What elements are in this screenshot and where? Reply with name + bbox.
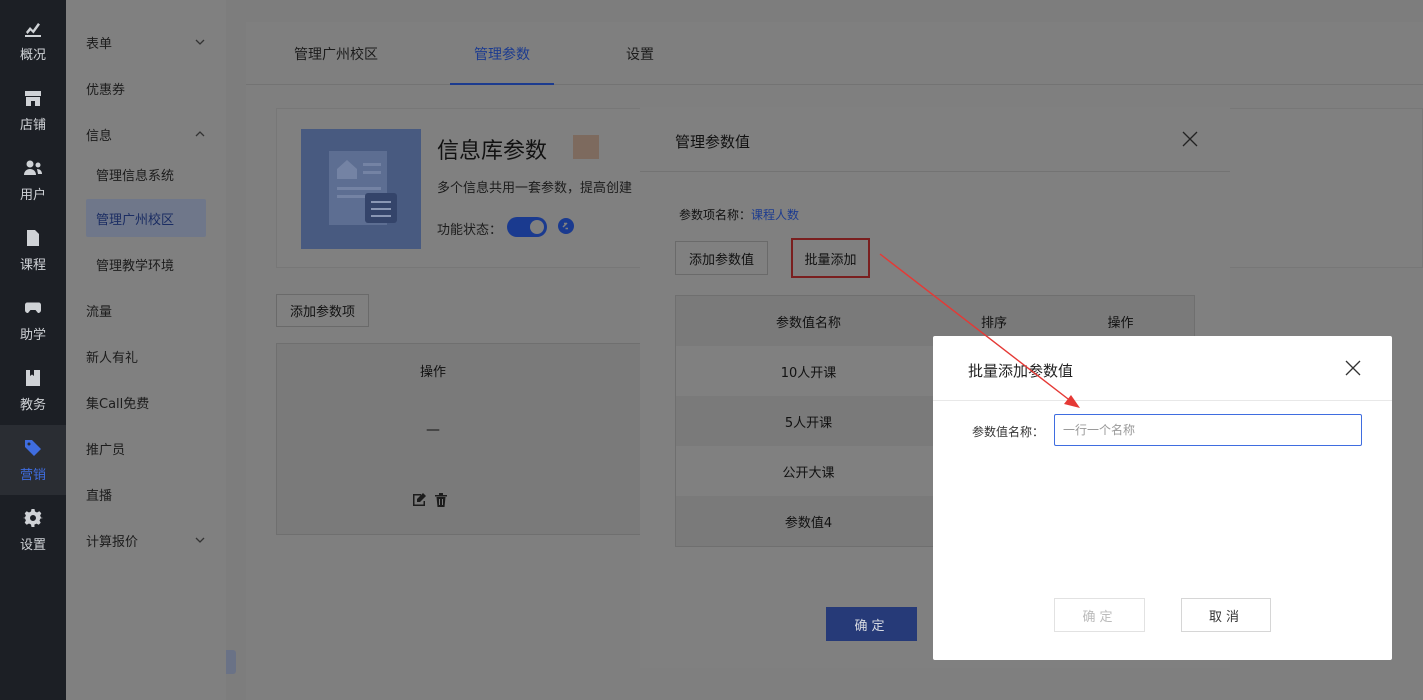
nav-item-study[interactable]: 助学 bbox=[0, 285, 66, 355]
chevron-down-icon bbox=[195, 537, 205, 543]
table-row: 参数值4 bbox=[676, 496, 941, 546]
table-row: 10人开课 bbox=[780, 365, 837, 381]
nav-label: 助学 bbox=[19, 327, 46, 343]
sidebar-item-label: 表单 bbox=[86, 36, 113, 52]
close-icon[interactable] bbox=[1182, 131, 1198, 147]
feature-thumbnail bbox=[301, 129, 421, 249]
tab-settings[interactable]: 设置 bbox=[626, 44, 654, 64]
nav-item-overview[interactable]: 概况 bbox=[0, 5, 66, 75]
sidebar-item-label: 优惠券 bbox=[86, 82, 126, 98]
tab-manage-params[interactable]: 管理参数 bbox=[474, 44, 530, 64]
tab-manage-gz[interactable]: 管理广州校区 bbox=[294, 44, 378, 64]
sidebar-collapse-handle[interactable] bbox=[226, 650, 236, 674]
sub-sidebar: 表单 优惠券 信息 管理信息系统 管理广州校区 管理教学环境 流量 新人有礼 集… bbox=[66, 0, 226, 700]
table-row: 公开大课 bbox=[782, 465, 835, 481]
nav-item-store[interactable]: 店铺 bbox=[0, 75, 66, 145]
feature-toggle[interactable] bbox=[507, 217, 547, 237]
tab-bar: 管理广州校区 管理参数 设置 bbox=[246, 22, 1423, 85]
document-settings-icon bbox=[329, 151, 397, 225]
tag-icon bbox=[25, 439, 41, 456]
nav-label: 概况 bbox=[19, 47, 46, 63]
sidebar-item-label: 直播 bbox=[86, 488, 113, 504]
sidebar-item-manage-info[interactable]: 管理信息系统 bbox=[66, 151, 226, 197]
feature-title: 信息库参数 bbox=[437, 139, 548, 164]
modal-header: 管理参数值 bbox=[640, 107, 1230, 172]
table-cell-dash: — bbox=[426, 422, 440, 438]
sidebar-item-coupon[interactable]: 优惠券 bbox=[66, 65, 226, 111]
confirm-button[interactable]: 确定 bbox=[1054, 598, 1145, 632]
document-icon bbox=[27, 229, 39, 246]
feature-description: 多个信息共用一套参数，提高创建 bbox=[437, 181, 633, 196]
sidebar-item-label: 计算报价 bbox=[86, 534, 139, 550]
modal-title: 管理参数值 bbox=[675, 133, 751, 151]
nav-item-users[interactable]: 用户 bbox=[0, 145, 66, 215]
gamepad-icon bbox=[25, 302, 41, 313]
param-value-name-label: 参数值名称： bbox=[972, 425, 1045, 439]
batch-add-button[interactable]: 批量添加 bbox=[791, 238, 870, 278]
nav-label: 用户 bbox=[19, 187, 46, 203]
param-item-label: 参数项名称： bbox=[679, 208, 752, 222]
col-header-name: 参数值名称 bbox=[676, 296, 941, 346]
main-nav: 概况 店铺 用户 课程 助学 教务 营销 设置 bbox=[0, 0, 66, 700]
chart-icon bbox=[25, 22, 41, 37]
nav-item-academic[interactable]: 教务 bbox=[0, 355, 66, 425]
book-icon bbox=[26, 369, 40, 386]
sidebar-item-promoter[interactable]: 推广员 bbox=[66, 425, 226, 471]
chevron-down-icon bbox=[195, 39, 205, 45]
nav-label: 店铺 bbox=[19, 117, 46, 133]
sidebar-item-label: 推广员 bbox=[86, 442, 126, 458]
sidebar-item-label: 新人有礼 bbox=[86, 350, 139, 366]
tab-active-indicator bbox=[450, 83, 554, 85]
users-icon bbox=[24, 160, 42, 175]
edit-icon[interactable] bbox=[411, 492, 427, 508]
nav-label: 营销 bbox=[19, 467, 46, 483]
nav-label: 设置 bbox=[19, 537, 46, 553]
param-item-name: 参数项名称：课程人数 bbox=[679, 206, 799, 223]
add-param-value-button[interactable]: 添加参数值 bbox=[675, 241, 768, 275]
nav-item-settings[interactable]: 设置 bbox=[0, 495, 66, 565]
param-item-value: 课程人数 bbox=[751, 208, 800, 222]
sidebar-item-label: 管理教学环境 bbox=[96, 258, 175, 274]
sidebar-item-newbie[interactable]: 新人有礼 bbox=[66, 333, 226, 379]
add-param-item-button[interactable]: 添加参数项 bbox=[276, 294, 369, 327]
gear-icon bbox=[23, 508, 43, 527]
table-header-ops: 操作 bbox=[419, 364, 446, 380]
store-icon bbox=[25, 90, 41, 106]
table-row: 5人开课 bbox=[676, 396, 941, 446]
sidebar-item-traffic[interactable]: 流量 bbox=[66, 287, 226, 333]
link-icon[interactable] bbox=[557, 217, 575, 235]
sidebar-item-quote[interactable]: 计算报价 bbox=[66, 517, 226, 563]
sidebar-item-label: 管理信息系统 bbox=[96, 168, 175, 184]
sidebar-item-label: 集Call免费 bbox=[86, 396, 150, 412]
row-actions bbox=[411, 492, 449, 508]
chevron-up-icon bbox=[195, 131, 205, 137]
nav-label: 课程 bbox=[19, 257, 46, 273]
param-item-table: 操作 — bbox=[276, 343, 646, 535]
sidebar-item-form[interactable]: 表单 bbox=[66, 19, 226, 65]
trash-icon[interactable] bbox=[433, 492, 449, 508]
nav-label: 教务 bbox=[19, 397, 46, 413]
cancel-button[interactable]: 取消 bbox=[1181, 598, 1271, 632]
sidebar-item-label: 信息 bbox=[86, 128, 113, 144]
nav-item-course[interactable]: 课程 bbox=[0, 215, 66, 285]
sidebar-item-label: 流量 bbox=[86, 304, 113, 320]
sidebar-item-call[interactable]: 集Call免费 bbox=[66, 379, 226, 425]
batch-add-modal: 批量添加参数值 参数值名称： 确定 取消 bbox=[933, 336, 1392, 660]
sidebar-item-label: 管理广州校区 bbox=[96, 212, 175, 228]
modal-title: 批量添加参数值 bbox=[968, 362, 1074, 380]
sidebar-item-manage-env[interactable]: 管理教学环境 bbox=[66, 241, 226, 287]
param-value-names-input[interactable] bbox=[1054, 414, 1362, 446]
nav-item-marketing[interactable]: 营销 bbox=[0, 425, 66, 495]
modal-header: 批量添加参数值 bbox=[933, 336, 1392, 401]
feature-badge bbox=[573, 135, 599, 159]
close-icon[interactable] bbox=[1345, 360, 1361, 376]
confirm-button[interactable]: 确定 bbox=[826, 607, 917, 641]
sidebar-item-manage-gz[interactable]: 管理广州校区 bbox=[86, 199, 206, 237]
feature-status-label: 功能状态： bbox=[437, 223, 503, 238]
sidebar-item-live[interactable]: 直播 bbox=[66, 471, 226, 517]
